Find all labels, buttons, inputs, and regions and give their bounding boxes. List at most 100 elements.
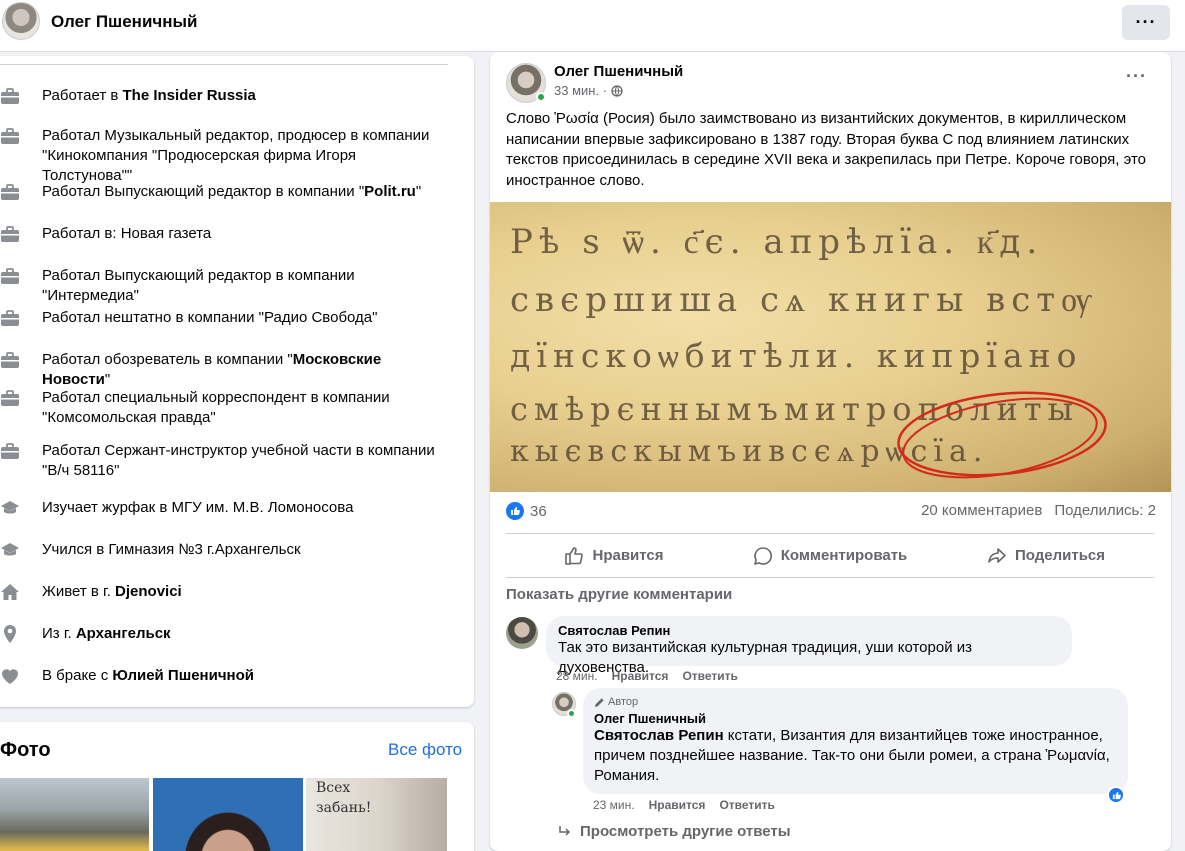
photo-thumbnail[interactable]: Всех забань! xyxy=(306,778,447,851)
briefcase-icon xyxy=(0,224,20,244)
reply-like-reaction-icon[interactable] xyxy=(1107,786,1125,804)
graduation-cap-icon xyxy=(0,540,20,560)
reply-like-button[interactable]: Нравится xyxy=(649,798,706,812)
comment-label: Комментировать xyxy=(780,547,908,564)
reply-time[interactable]: 23 мин. xyxy=(593,798,635,812)
profile-header: Олег Пшеничный ··· xyxy=(0,0,1185,52)
comment-icon xyxy=(753,546,772,565)
view-more-replies-link[interactable]: Просмотреть другие ответы xyxy=(558,823,791,840)
share-button[interactable]: Поделиться xyxy=(938,534,1154,577)
photos-card: Фото Все фото Всех забань! xyxy=(0,722,474,851)
share-icon xyxy=(988,547,1006,563)
intro-item: Из г. Архангельск xyxy=(0,624,450,644)
comment-author[interactable]: Святослав Репин xyxy=(558,623,1060,638)
briefcase-icon xyxy=(0,388,20,408)
post-text: Слово Ῥωσία (Росия) было заимствовано из… xyxy=(506,110,1147,189)
intro-item-link[interactable]: The Insider Russia xyxy=(123,87,256,104)
intro-item-link[interactable]: Юлией Пшеничной xyxy=(112,667,254,684)
comment-actions: 28 мин. Нравится Ответить xyxy=(556,669,738,683)
manuscript-line: свєршиша сѧ книгы встѹ xyxy=(510,280,1098,320)
pencil-icon xyxy=(595,697,604,707)
intro-card: Работает в The Insider Russia Работал Муз… xyxy=(0,56,474,707)
post-image[interactable]: Рѣ ѕ ѿ. с҃є. апрѣлїа. к҃д. свєршиша сѧ к… xyxy=(490,202,1171,492)
intro-item: Работал Сержант-инструктор учебной части… xyxy=(0,441,450,481)
thumbs-up-icon xyxy=(565,546,584,565)
graduation-cap-icon xyxy=(0,498,20,518)
profile-avatar[interactable] xyxy=(2,2,40,40)
heart-icon xyxy=(0,666,20,686)
intro-item-text: Работает в The Insider Russia xyxy=(42,87,256,104)
reply-reply-button[interactable]: Ответить xyxy=(719,798,774,812)
red-circle-annotation xyxy=(897,391,1107,479)
reply-actions: 23 мин. Нравится Ответить xyxy=(593,798,775,812)
intro-item-link[interactable]: Архангельск xyxy=(76,625,171,642)
engagement-counts: 20 комментариев Поделились: 2 xyxy=(920,502,1156,519)
intro-item: Изучает журфак в МГУ им. М.В. Ломоносова xyxy=(0,498,450,518)
briefcase-icon xyxy=(0,350,20,370)
intro-item: Работает в The Insider Russia xyxy=(0,86,450,106)
divider xyxy=(0,64,448,65)
photo-thumbnail[interactable] xyxy=(0,778,149,851)
briefcase-icon xyxy=(0,86,20,106)
more-options-button[interactable]: ··· xyxy=(1122,5,1170,40)
like-label: Нравится xyxy=(592,547,664,564)
view-more-replies-label: Просмотреть другие ответы xyxy=(580,823,791,840)
like-button[interactable]: Нравится xyxy=(506,534,722,577)
intro-item: В браке с Юлией Пшеничной xyxy=(0,666,450,686)
post-time[interactable]: 33 мин. · xyxy=(554,83,607,98)
reply-bubble: Автор Олег Пшеничный Святослав Репин кст… xyxy=(583,688,1128,794)
intro-item: Работал специальный корреспондент в комп… xyxy=(0,388,450,428)
post-action-bar: Нравится Комментировать Поделиться xyxy=(506,533,1154,578)
reply-author[interactable]: Олег Пшеничный xyxy=(594,711,1117,726)
briefcase-icon xyxy=(0,126,20,146)
manuscript-line: дїнскоѡбитѣли. кипрїано xyxy=(510,336,1083,375)
intro-item-text: Работал Выпускающий редактор в компании … xyxy=(42,183,422,200)
reply-mention[interactable]: Святослав Репин xyxy=(594,727,724,744)
intro-item: Работал нештатно в компании "Радио Свобо… xyxy=(0,308,450,328)
all-photos-link[interactable]: Все фото xyxy=(388,740,462,760)
globe-icon xyxy=(611,84,623,97)
post-meta: 33 мин. · xyxy=(554,83,623,98)
location-pin-icon xyxy=(0,624,20,644)
comment-like-button[interactable]: Нравится xyxy=(612,669,669,683)
online-status-dot xyxy=(536,92,546,102)
post-card: Олег Пшеничный 33 мин. · ··· Слово Ῥωσία… xyxy=(490,52,1171,851)
intro-item: Живет в г. Djenovici xyxy=(0,582,450,602)
author-badge-label: Автор xyxy=(608,696,639,708)
comment-button[interactable]: Комментировать xyxy=(722,534,938,577)
briefcase-icon xyxy=(0,308,20,328)
intro-item: Работал обозреватель в компании "Московс… xyxy=(0,350,450,390)
manuscript-line: Рѣ ѕ ѿ. с҃є. апрѣлїа. к҃д. xyxy=(510,222,1044,262)
photos-title: Фото xyxy=(0,739,51,761)
profile-name[interactable]: Олег Пшеничный xyxy=(51,12,198,32)
intro-item-text: Работал Выпускающий редактор в компании … xyxy=(42,267,355,304)
shares-count[interactable]: Поделились: 2 xyxy=(1054,502,1156,519)
intro-item-text: Учился в Гимназия №3 г.Архангельск xyxy=(42,541,301,558)
reply-text: Святослав Репин кстати, Византия для виз… xyxy=(594,726,1117,786)
show-more-comments-link[interactable]: Показать другие комментарии xyxy=(506,586,732,603)
post-options-button[interactable]: ··· xyxy=(1126,66,1147,87)
intro-item-text: Работал специальный корреспондент в комп… xyxy=(42,389,390,426)
author-badge: Автор xyxy=(594,696,1117,708)
comment-time[interactable]: 28 мин. xyxy=(556,669,598,683)
share-label: Поделиться xyxy=(1014,547,1106,564)
home-icon xyxy=(0,582,20,602)
photo-caption: Всех забань! xyxy=(316,780,372,816)
intro-item-link[interactable]: Djenovici xyxy=(115,583,182,600)
commenter-avatar[interactable] xyxy=(506,617,538,649)
comment-reply-button[interactable]: Ответить xyxy=(682,669,737,683)
photo-thumbnail[interactable] xyxy=(153,778,303,851)
reactions-count: 36 xyxy=(530,502,547,520)
intro-item-text: Живет в г. Djenovici xyxy=(42,583,182,600)
intro-item-text: Из г. Архангельск xyxy=(42,625,171,642)
intro-item-text: Работал Сержант-инструктор учебной части… xyxy=(42,442,435,479)
like-reaction-icon xyxy=(506,502,524,520)
reactions-summary[interactable]: 36 xyxy=(506,502,547,520)
intro-item-text: В браке с Юлией Пшеничной xyxy=(42,667,254,684)
intro-item-text: Изучает журфак в МГУ им. М.В. Ломоносова xyxy=(42,499,354,516)
briefcase-icon xyxy=(0,182,20,202)
intro-item-link[interactable]: Polit.ru xyxy=(364,183,416,200)
comments-count[interactable]: 20 комментариев xyxy=(921,502,1042,519)
post-author-name[interactable]: Олег Пшеничный xyxy=(554,63,683,80)
intro-item: Работал Музыкальный редактор, продюсер в… xyxy=(0,126,450,186)
